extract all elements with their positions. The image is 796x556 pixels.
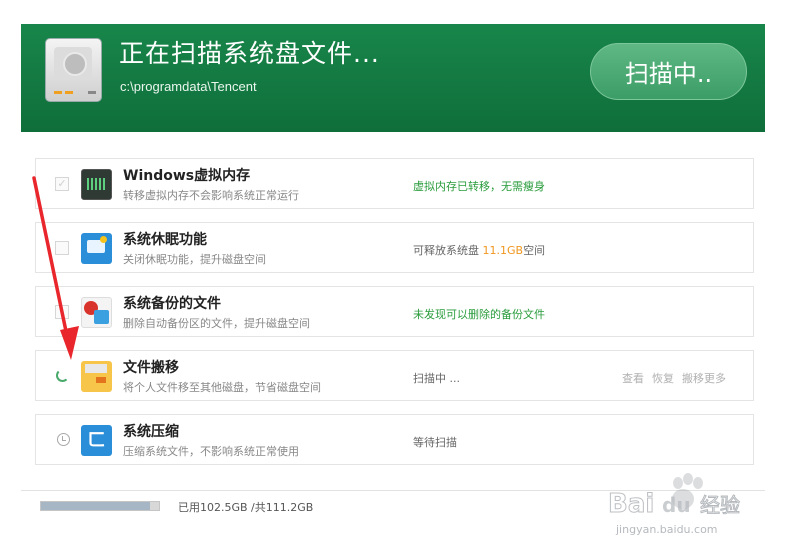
hard-disk-icon: [45, 38, 102, 102]
scan-path: c:\programdata\Tencent: [120, 79, 257, 94]
disk-usage-bar: [40, 501, 160, 511]
clock-icon: [57, 433, 70, 446]
svg-text:du: du: [662, 493, 691, 517]
status-suffix: 空间: [523, 244, 546, 257]
item-name: 系统压缩: [123, 424, 179, 440]
item-name: 系统备份的文件: [123, 296, 221, 312]
item-checkbox[interactable]: [55, 241, 69, 255]
restore-link[interactable]: 恢复: [652, 372, 674, 385]
move-more-link[interactable]: 搬移更多: [682, 372, 726, 385]
disk-usage-text: 已用102.5GB /共111.2GB: [178, 501, 314, 514]
loading-spinner-icon: [56, 369, 69, 382]
item-desc: 关闭休眠功能，提升磁盘空间: [123, 253, 266, 266]
list-item-hibernate[interactable]: 系统休眠功能 关闭休眠功能，提升磁盘空间 可释放系统盘 11.1GB空间: [35, 222, 754, 273]
svg-text:jingyan.baidu.com: jingyan.baidu.com: [615, 523, 718, 536]
svg-text:经验: 经验: [700, 493, 740, 517]
item-status: 等待扫描: [413, 436, 457, 449]
scan-title: 正在扫描系统盘文件...: [119, 39, 380, 68]
view-link[interactable]: 查看: [622, 372, 644, 385]
list-item-system-backup[interactable]: 系统备份的文件 删除自动备份区的文件，提升磁盘空间 未发现可以删除的备份文件: [35, 286, 754, 337]
item-status: 扫描中 ...: [413, 372, 460, 385]
hibernate-icon: [81, 233, 112, 264]
reclaimable-size: 11.1GB: [482, 244, 524, 257]
item-checkbox[interactable]: ✓: [55, 177, 69, 191]
item-status: 虚拟内存已转移，无需瘦身: [413, 180, 545, 193]
backup-icon: [81, 297, 112, 328]
item-actions: 查看 恢复 搬移更多: [622, 370, 734, 386]
item-desc: 压缩系统文件，不影响系统正常使用: [123, 445, 299, 458]
memory-icon: [81, 169, 112, 200]
status-prefix: 可释放系统盘: [413, 244, 483, 257]
disk-usage-fill: [41, 502, 150, 510]
item-name: 系统休眠功能: [123, 232, 207, 248]
item-desc: 删除自动备份区的文件，提升磁盘空间: [123, 317, 310, 330]
item-status: 未发现可以删除的备份文件: [413, 308, 545, 321]
list-item-file-move[interactable]: 文件搬移 将个人文件移至其他磁盘，节省磁盘空间 扫描中 ... 查看 恢复 搬移更多: [35, 350, 754, 401]
baidu-jingyan-watermark: Bai du 经验 jingyan.baidu.com: [608, 473, 741, 536]
item-desc: 转移虚拟内存不会影响系统正常运行: [123, 189, 299, 202]
item-desc: 将个人文件移至其他磁盘，节省磁盘空间: [123, 381, 321, 394]
list-item-virtual-memory[interactable]: ✓ Windows虚拟内存 转移虚拟内存不会影响系统正常运行 虚拟内存已转移，无…: [35, 158, 754, 209]
item-status: 可释放系统盘 11.1GB空间: [413, 242, 545, 258]
folder-move-icon: [81, 361, 112, 392]
item-name: Windows虚拟内存: [123, 168, 251, 184]
scan-header: 正在扫描系统盘文件... c:\programdata\Tencent 扫描中.…: [21, 24, 765, 132]
item-checkbox[interactable]: [55, 305, 69, 319]
scan-button[interactable]: 扫描中..: [590, 43, 747, 100]
compress-icon: ㄈ: [81, 425, 112, 456]
svg-text:Bai: Bai: [608, 489, 654, 519]
item-name: 文件搬移: [123, 360, 179, 376]
list-item-system-compress[interactable]: ㄈ 系统压缩 压缩系统文件，不影响系统正常使用 等待扫描: [35, 414, 754, 465]
